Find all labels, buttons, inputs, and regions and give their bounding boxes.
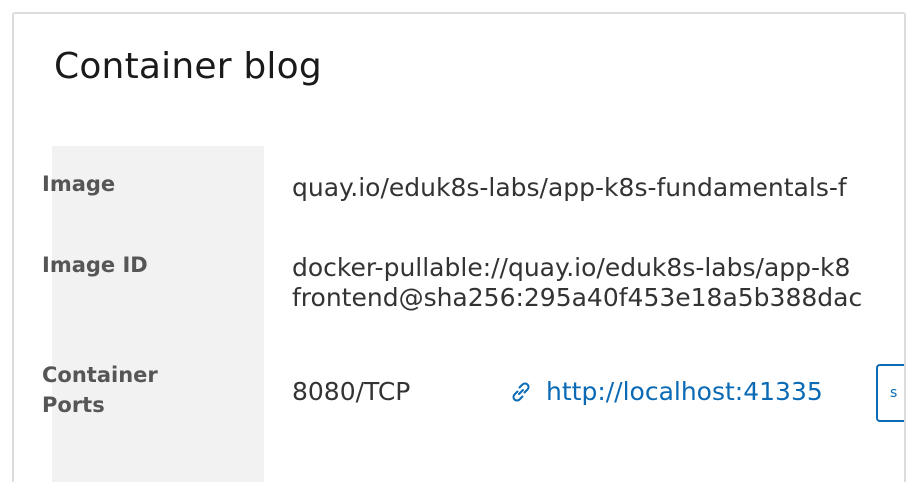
ports-label-line2: Ports xyxy=(42,393,105,417)
port-value: 8080/TCP xyxy=(292,377,411,406)
image-id-value-line1: docker-pullable://quay.io/eduk8s-labs/ap… xyxy=(292,253,851,282)
side-action-button[interactable]: s xyxy=(876,364,904,422)
ports-label-line1: Container xyxy=(42,363,158,387)
image-value: quay.io/eduk8s-labs/app-k8s-fundamentals… xyxy=(292,173,847,202)
port-link[interactable]: http://localhost:41335 xyxy=(508,378,823,406)
image-label: Image xyxy=(42,172,116,196)
port-link-text: http://localhost:41335 xyxy=(546,377,823,406)
image-id-label: Image ID xyxy=(42,253,148,277)
container-card: Container blog Image quay.io/eduk8s-labs… xyxy=(12,12,906,482)
image-id-value-line2: frontend@sha256:295a40f453e18a5b388dac xyxy=(292,283,863,312)
card-title: Container blog xyxy=(54,46,322,87)
link-icon xyxy=(508,378,538,406)
side-action-button-label: s xyxy=(890,385,898,401)
